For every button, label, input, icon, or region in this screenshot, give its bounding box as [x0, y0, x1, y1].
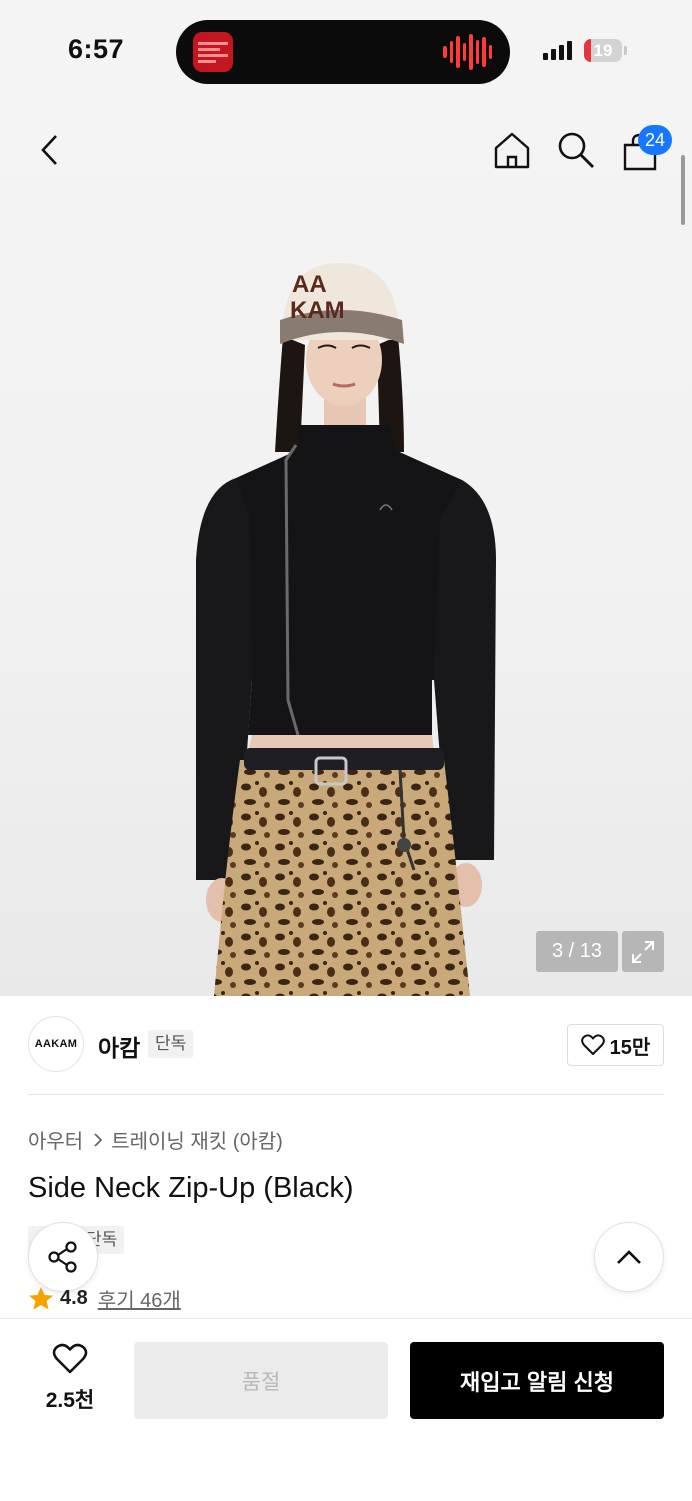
chevron-right-icon [93, 1132, 103, 1148]
scroll-to-top-button[interactable] [594, 1222, 664, 1292]
review-count-link[interactable]: 후기 46개 [98, 1284, 181, 1313]
bottom-action-bar: 2.5천 품절 재입고 알림 신청 [0, 1318, 692, 1501]
soldout-button[interactable]: 품절 [134, 1342, 388, 1419]
brand-row: AAKAM 아캄 단독 15만 [28, 1016, 664, 1074]
heart-icon [52, 1343, 88, 1374]
battery-icon: 19 [584, 39, 622, 62]
back-arrow-icon [41, 135, 57, 165]
now-playing-app-icon [193, 32, 233, 72]
cap-lettering-1: AA [292, 271, 327, 298]
heart-icon [580, 1034, 605, 1055]
wishlist-count: 2.5천 [45, 1389, 95, 1412]
status-time: 6:57 [68, 34, 125, 64]
cart-count-badge: 24 [638, 125, 672, 155]
product-title: Side Neck Zip-Up (Black) [28, 1172, 354, 1204]
home-icon [494, 132, 530, 169]
battery-tip [624, 46, 627, 55]
rating-row: 4.8 후기 46개 [28, 1284, 181, 1313]
share-icon [48, 1241, 77, 1273]
search-icon [558, 132, 594, 168]
breadcrumb-category[interactable]: 아우터 [28, 1125, 83, 1154]
star-icon [29, 1287, 53, 1310]
brand-like-count: 15만 [609, 1036, 651, 1059]
breadcrumb-subcategory[interactable]: 트레이닝 재킷 (아캄) [111, 1125, 283, 1154]
wishlist-button[interactable]: 2.5천 [30, 1343, 110, 1414]
image-page-counter: 3 / 13 [536, 931, 618, 972]
expand-image-button[interactable] [622, 931, 664, 972]
brand-name[interactable]: 아캄 [98, 1029, 140, 1063]
breadcrumb: 아우터 트레이닝 재킷 (아캄) [28, 1125, 283, 1154]
audio-waveform-icon [443, 34, 492, 70]
share-button[interactable] [28, 1222, 98, 1292]
rating-score: 4.8 [60, 1287, 88, 1309]
divider [28, 1094, 664, 1095]
scroll-indicator[interactable] [681, 155, 685, 225]
battery-percentage: 19 [593, 41, 613, 60]
home-button[interactable] [488, 126, 536, 174]
cellular-signal-icon [543, 41, 572, 60]
status-bar: 6:57 19 [0, 0, 692, 100]
search-button[interactable] [552, 126, 600, 174]
cap-lettering-2: KAM [290, 297, 345, 324]
restock-alert-button[interactable]: 재입고 알림 신청 [410, 1342, 664, 1419]
chevron-up-icon [617, 1250, 641, 1264]
brand-like-button[interactable]: 15만 [567, 1024, 664, 1066]
dynamic-island[interactable] [176, 20, 510, 84]
brand-logo[interactable]: AAKAM [28, 1016, 84, 1072]
expand-icon [632, 940, 654, 963]
back-button[interactable] [26, 126, 74, 174]
exclusive-badge: 단독 [148, 1030, 194, 1058]
